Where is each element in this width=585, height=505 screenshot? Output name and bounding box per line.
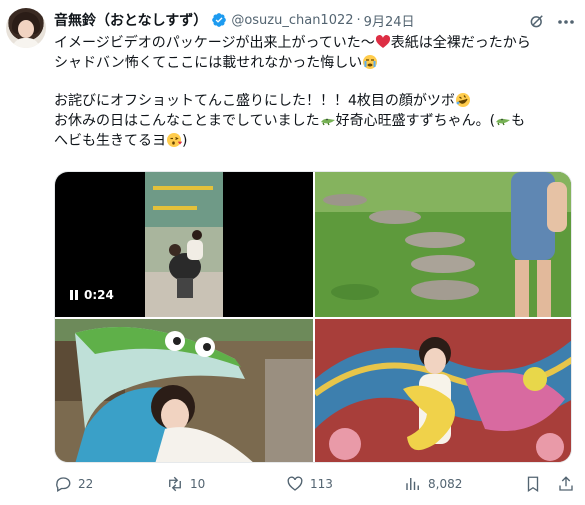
tweet-header: 音無鈴（おとなしすず） @osuzu_chan1022 · 9月24日 xyxy=(54,10,415,30)
tweet-text-segment: シャドバン怖くてここには載せれなかった悔しい xyxy=(54,55,363,71)
crocodile-statue-photo xyxy=(55,319,313,462)
avatar[interactable] xyxy=(6,8,46,48)
tweet[interactable]: 音無鈴（おとなしすず） @osuzu_chan1022 · 9月24日 イメージ… xyxy=(0,0,585,505)
tweet-text-segment: 表紙は全裸だったから xyxy=(390,35,531,51)
separator-dot: · xyxy=(356,12,361,28)
tweet-text-segment: ) xyxy=(182,133,188,149)
tweet-line: お休みの日はこんなことまでしていました 好奇心旺盛すずちゃん。( も xyxy=(54,111,579,131)
tweet-line: シャドバン怖くてここには載せれなかった悔しい xyxy=(54,53,579,73)
repost-count: 10 xyxy=(190,477,206,491)
crying-face-emoji-icon xyxy=(363,55,378,69)
display-name[interactable]: 音無鈴（おとなしすず） xyxy=(54,10,207,30)
grok-icon[interactable] xyxy=(528,12,546,30)
tweet-actions-bar: 22 10 113 8,082 xyxy=(54,472,579,496)
tweet-line: へビも生きてるヨ) xyxy=(54,131,579,151)
bookmark-icon[interactable] xyxy=(524,475,542,493)
tweet-text: イメージビデオのパッケージが出来上がっていた〜 表紙は全裸だったから シャドバン怖… xyxy=(54,33,579,151)
views-button[interactable]: 8,082 xyxy=(404,472,462,496)
avatar-face xyxy=(18,20,34,38)
tweet-text-segment: へビも生きてるヨ xyxy=(54,133,166,149)
verified-badge-icon[interactable] xyxy=(211,12,227,28)
share-button[interactable] xyxy=(557,472,575,496)
repost-icon[interactable] xyxy=(166,475,184,493)
video-tile[interactable]: 0:24 xyxy=(55,172,313,317)
share-icon[interactable] xyxy=(557,475,575,493)
rolling-laughing-emoji-icon xyxy=(455,93,470,107)
handle[interactable]: @osuzu_chan1022 xyxy=(231,13,353,28)
bookmark-button[interactable] xyxy=(524,472,542,496)
heart-icon[interactable] xyxy=(286,475,304,493)
pause-icon[interactable] xyxy=(69,289,79,301)
analytics-icon[interactable] xyxy=(404,475,422,493)
reply-count: 22 xyxy=(78,477,94,491)
tweet-text-segment: 好奇心旺盛すずちゃん。( xyxy=(335,113,496,129)
garden-stepping-stones-photo xyxy=(315,172,571,317)
crocodile-emoji-icon xyxy=(496,118,511,126)
video-duration-badge[interactable]: 0:24 xyxy=(63,285,120,305)
tweet-text-segment: も xyxy=(511,113,526,129)
photo-tile[interactable] xyxy=(315,172,571,317)
tweet-line: お詫びにオフショットてんこ盛りにした！！！4枚目の顔がツボ xyxy=(54,91,579,111)
photo-tile[interactable] xyxy=(315,319,571,462)
repost-button[interactable]: 10 xyxy=(166,472,205,496)
tweet-text-segment: お詫びにオフショットてんこ盛りにした！！！4枚目の顔がツボ xyxy=(54,93,455,109)
avatar-body xyxy=(12,38,40,48)
tweet-line: イメージビデオのパッケージが出来上がっていた〜 表紙は全裸だったから xyxy=(54,33,579,53)
snake-mural-photo xyxy=(315,319,571,462)
like-button[interactable]: 113 xyxy=(286,472,333,496)
tweet-text-segment: お休みの日はこんなことまでしていました xyxy=(54,113,320,129)
reply-icon[interactable] xyxy=(54,475,72,493)
view-count: 8,082 xyxy=(428,477,463,491)
red-heart-emoji-icon xyxy=(375,35,390,48)
tweet-text-segment: イメージビデオのパッケージが出来上がっていた〜 xyxy=(54,35,375,51)
media-grid[interactable]: 0:24 xyxy=(54,171,572,463)
video-duration: 0:24 xyxy=(84,288,114,302)
video-scene-illustration xyxy=(145,172,223,317)
reply-button[interactable]: 22 xyxy=(54,472,93,496)
kissing-face-emoji-icon xyxy=(167,133,182,147)
tweet-date[interactable]: 9月24日 xyxy=(364,11,415,30)
more-options-icon[interactable] xyxy=(557,19,575,25)
crocodile-emoji-icon xyxy=(320,118,335,126)
video-thumbnail[interactable] xyxy=(145,172,223,317)
photo-tile[interactable] xyxy=(55,319,313,462)
like-count: 113 xyxy=(310,477,333,491)
